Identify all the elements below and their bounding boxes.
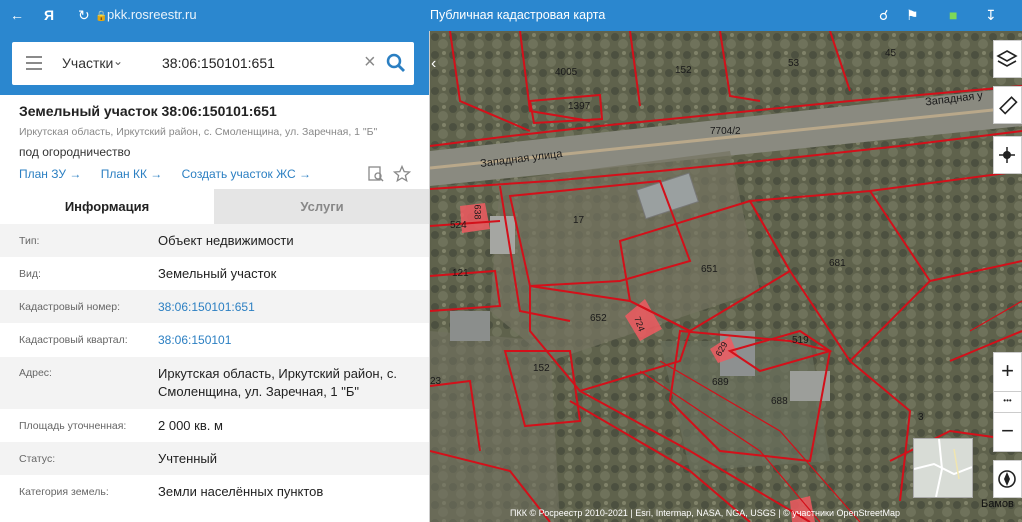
parcel-label[interactable]: 652 [590, 313, 607, 324]
tab-services[interactable]: Услуги [214, 189, 429, 224]
parcel-label[interactable]: 121 [452, 268, 469, 279]
parcel-address: Иркутская область, Иркутский район, с. С… [19, 126, 378, 138]
cadastral-number-link[interactable]: 38:06:150101:651 [158, 298, 423, 316]
row-label: Статус: [19, 453, 56, 465]
parcel-label[interactable]: 152 [533, 363, 550, 374]
map-attribution: ПКК © Росреестр 2010-2021 | Esri, Interm… [510, 508, 901, 518]
ruler-button[interactable] [993, 86, 1022, 124]
row-label: Тип: [19, 235, 40, 247]
layers-icon [996, 50, 1018, 67]
parcel-label[interactable]: 4005 [555, 67, 577, 78]
parcel-purpose: под огородничество [19, 145, 131, 159]
zoom-icon[interactable]: ☌ [879, 7, 888, 23]
tab-info[interactable]: Информация [0, 189, 214, 224]
plan-kk-link[interactable]: План КК → [101, 167, 163, 181]
window-title: Публичная кадастровая карта [430, 8, 606, 22]
zoom-out-button[interactable]: − [993, 412, 1022, 452]
chevron-down-icon[interactable]: ⌄ [113, 54, 123, 68]
parcel-links: План ЗУ → План КК → Создать участок ЖС → [19, 167, 327, 181]
download-icon[interactable]: ↧ [985, 7, 997, 23]
yandex-icon[interactable]: Я [44, 7, 54, 23]
row-label: Вид: [19, 268, 41, 280]
parcel-label[interactable]: 524 [450, 220, 467, 231]
cadastral-quarter-link[interactable]: 38:06:150101 [158, 331, 423, 349]
compass-icon [998, 470, 1016, 488]
search-bar: Участки ⌄ 38:06:150101:651 × [0, 31, 429, 95]
table-row: Вид: Земельный участок [0, 257, 429, 290]
row-value: 2 000 кв. м [158, 418, 223, 433]
row-label: Площадь уточненная: [19, 420, 127, 432]
cadastral-map[interactable]: Западная улица Западная у 7704/2 4005 15… [430, 31, 1022, 522]
print-icon[interactable] [367, 165, 385, 183]
browser-toolbar: ← Я ↻ 🔒 pkk.rosreestr.ru Публичная кадас… [0, 0, 1022, 31]
row-label: Кадастровый квартал: [19, 334, 128, 346]
clear-icon[interactable]: × [364, 51, 376, 74]
parcel-label[interactable]: 689 [712, 377, 729, 388]
parcel-label[interactable]: 1397 [568, 101, 590, 112]
minimap-roads [913, 438, 973, 498]
search-input[interactable]: 38:06:150101:651 [162, 55, 275, 71]
parcel-title: Земельный участок 38:06:150101:651 [19, 103, 277, 119]
collapse-icon[interactable]: ‹ [431, 55, 436, 73]
parcel-label[interactable]: 23 [430, 376, 441, 387]
row-value: Учтенный [158, 451, 218, 466]
place-label: Бамов [981, 498, 1014, 510]
tab-bar: Информация Услуги [0, 189, 429, 224]
parcel-label[interactable]: 45 [885, 48, 896, 59]
star-icon[interactable] [393, 165, 411, 183]
compass-button[interactable] [993, 460, 1022, 498]
ruler-icon [999, 96, 1018, 115]
reload-icon[interactable]: ↻ [78, 7, 90, 23]
parcel-label[interactable]: 53 [788, 58, 799, 69]
table-row: Площадь уточненная: 2 000 кв. м [0, 409, 429, 442]
lock-icon: 🔒 [95, 11, 108, 22]
info-panel: Участки ⌄ 38:06:150101:651 × Земельный у… [0, 31, 430, 522]
overview-minimap[interactable] [913, 438, 973, 498]
table-row: Адрес: Иркутская область, Иркутский райо… [0, 357, 429, 409]
zoom-in-button[interactable]: + [993, 352, 1022, 392]
row-value: Объект недвижимости [158, 233, 294, 248]
back-icon[interactable]: ← [10, 7, 24, 23]
table-row: Статус: Учтенный [0, 442, 429, 475]
search-box[interactable]: Участки ⌄ 38:06:150101:651 × [12, 42, 414, 85]
plan-zu-link[interactable]: План ЗУ → [19, 167, 81, 181]
menu-icon[interactable] [26, 56, 42, 70]
parcel-label[interactable]: 152 [675, 65, 692, 76]
create-parcel-link[interactable]: Создать участок ЖС → [182, 167, 311, 181]
road-parcel-label: 7704/2 [710, 126, 741, 137]
more-button[interactable]: ••• [993, 392, 1022, 412]
parcel-label-selected[interactable]: 651 [701, 264, 718, 275]
parcel-label[interactable]: 688 [771, 396, 788, 407]
table-row: Тип: Объект недвижимости [0, 224, 429, 257]
table-row: Кадастровый квартал: 38:06:150101 [0, 323, 429, 357]
bookmark-icon[interactable]: ⚑ [906, 7, 919, 23]
row-label: Категория земель: [19, 486, 109, 498]
address-bar[interactable]: pkk.rosreestr.ru [107, 7, 197, 22]
search-icon[interactable] [386, 53, 406, 73]
layers-button[interactable] [993, 40, 1022, 78]
row-value: Иркутская область, Иркутский район, с. С… [158, 366, 397, 399]
parcel-label[interactable]: 3 [918, 412, 924, 423]
row-label: Адрес: [19, 367, 52, 379]
row-value: Земли населённых пунктов [158, 484, 324, 499]
extension-icon[interactable]: ■ [949, 7, 957, 23]
locate-button[interactable] [993, 136, 1022, 174]
info-table: Тип: Объект недвижимости Вид: Земельный … [0, 224, 429, 508]
row-value: Земельный участок [158, 266, 277, 281]
parcel-label[interactable]: 638 [473, 204, 483, 219]
table-row: Категория земель: Земли населённых пункт… [0, 475, 429, 508]
row-label: Кадастровый номер: [19, 301, 121, 313]
parcel-label[interactable]: 519 [792, 335, 809, 346]
parcel-label[interactable]: 681 [829, 258, 846, 269]
table-row: Кадастровый номер: 38:06:150101:651 [0, 290, 429, 323]
parcel-label[interactable]: 17 [573, 215, 584, 226]
locate-icon [999, 147, 1015, 163]
category-select[interactable]: Участки [62, 55, 113, 71]
